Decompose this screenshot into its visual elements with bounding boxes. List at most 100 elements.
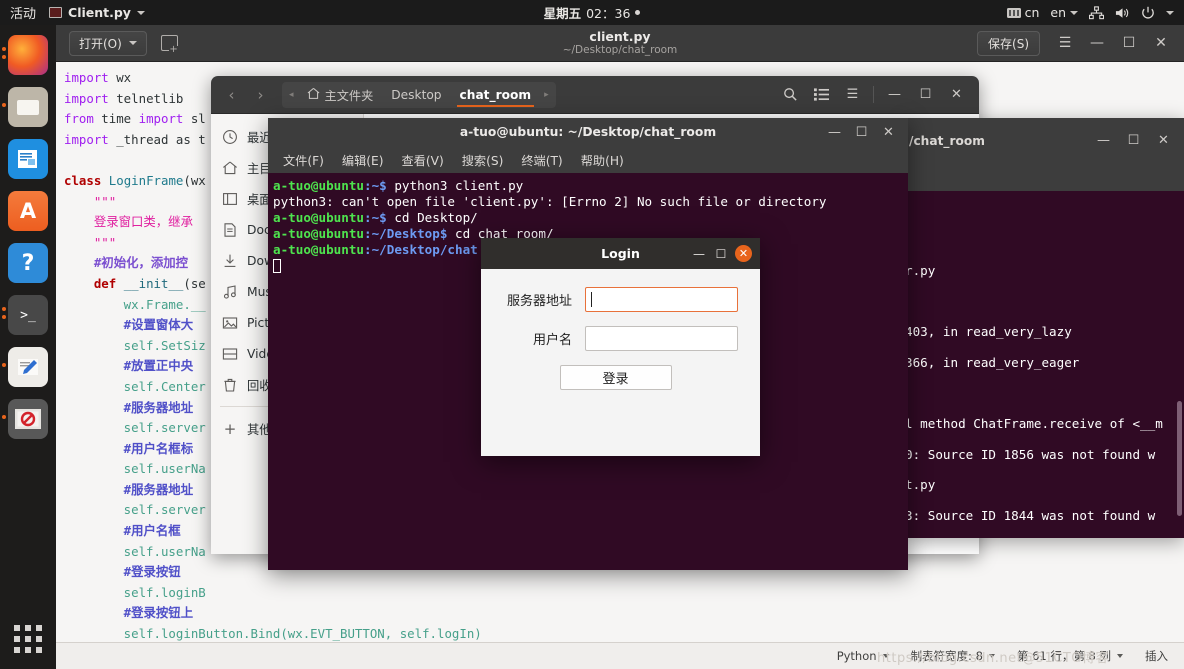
breadcrumb-scroll-right-icon[interactable]: ▸: [540, 90, 553, 100]
minimize-icon[interactable]: —: [821, 119, 848, 145]
minimize-icon[interactable]: —: [1090, 128, 1117, 154]
close-icon[interactable]: ✕: [941, 80, 972, 110]
dock-item-terminal[interactable]: >_: [2, 293, 50, 337]
keyboard-indicator[interactable]: cn: [1006, 5, 1039, 20]
terminal-back-titlebar: /chat_room — ☐ ✕: [905, 118, 1184, 163]
firefox-icon: [8, 35, 48, 75]
dock-item-amazon[interactable]: A: [6, 189, 50, 233]
language-label: Python: [836, 649, 877, 663]
tab-width-selector[interactable]: 制表符宽度: 8: [911, 648, 995, 664]
code-token: wx: [108, 70, 132, 85]
list-view-icon[interactable]: [806, 80, 837, 110]
terminal-command-text: cd Desktop/: [386, 210, 478, 225]
hamburger-menu-icon[interactable]: ☰: [1050, 28, 1080, 58]
breadcrumb-item-主文件夹[interactable]: 主文件夹: [298, 82, 383, 108]
hamburger-menu-icon[interactable]: ☰: [837, 80, 868, 110]
code-token: from: [64, 111, 94, 127]
clock-menu[interactable]: 星期五 02：36: [477, 3, 707, 22]
terminal-back-menubar: [905, 163, 1184, 191]
maximize-icon[interactable]: ☐: [848, 119, 875, 145]
show-applications-icon[interactable]: [14, 625, 42, 653]
code-token: import: [138, 111, 184, 127]
breadcrumb-scroll-left-icon[interactable]: ◂: [285, 90, 298, 100]
terminal-menu-item[interactable]: 搜索(S): [455, 149, 511, 171]
username-label: 用户名: [532, 333, 572, 348]
close-icon[interactable]: ✕: [1146, 28, 1176, 58]
code-token: _thread as t: [108, 131, 206, 147]
trash-icon: [222, 377, 238, 393]
code-token: #服务器地址: [64, 399, 194, 415]
close-icon[interactable]: ✕: [735, 245, 752, 262]
username-input[interactable]: [585, 326, 738, 351]
running-indicator: [2, 103, 6, 107]
cursor-position[interactable]: 第 61 行，第 8 列: [1017, 648, 1123, 664]
terminal-line: a-tuo@ubuntu:~$ cd Desktop/: [273, 210, 908, 226]
language-selector[interactable]: Python: [837, 649, 889, 663]
minimize-icon[interactable]: —: [879, 80, 910, 110]
dock-item-text-editor[interactable]: [2, 345, 50, 389]
terminal-line: 403, in read_very_lazy: [905, 324, 1072, 340]
terminal-prompt-user: a-tuo@ubuntu: [273, 242, 364, 257]
breadcrumb-item-chat_room[interactable]: chat_room: [451, 82, 541, 108]
save-button[interactable]: 保存(S): [977, 30, 1040, 56]
login-window-controls: — ☐ ✕: [691, 245, 760, 262]
close-icon[interactable]: ✕: [1150, 128, 1177, 154]
maximize-icon[interactable]: ☐: [1114, 28, 1144, 58]
terminal-menu-item[interactable]: 查看(V): [395, 149, 451, 171]
chevron-down-icon: [988, 654, 995, 658]
running-indicator: [2, 363, 6, 367]
login-submit-button[interactable]: 登录: [559, 365, 672, 390]
server-address-input[interactable]: [585, 287, 738, 312]
chevron-down-icon: [1166, 10, 1174, 15]
login-dialog: Login — ☐ ✕ 服务器地址 用户名 登录: [481, 238, 760, 456]
running-indicator: [2, 55, 6, 59]
terminal-back-window-controls: — ☐ ✕: [1090, 128, 1184, 154]
close-icon[interactable]: ✕: [875, 119, 902, 145]
system-status-area[interactable]: cn en: [1006, 5, 1184, 20]
maximize-icon[interactable]: ☐: [910, 80, 941, 110]
app-menu[interactable]: Client.py: [49, 5, 145, 20]
power-icon[interactable]: [1141, 6, 1155, 20]
new-tab-icon[interactable]: [160, 35, 178, 54]
terminal-line: a-tuo@ubuntu:~$ python3 client.py: [273, 178, 908, 194]
terminal-front-titlebar: a-tuo@ubuntu: ~/Desktop/chat_room — ☐ ✕: [268, 118, 908, 146]
code-token: import: [64, 131, 109, 147]
back-icon[interactable]: ‹: [218, 81, 245, 109]
amazon-icon: A: [8, 191, 48, 231]
terminal-menu-item[interactable]: 帮助(H): [574, 149, 631, 171]
dock-item-help[interactable]: ?: [6, 241, 50, 285]
code-token: 登录窗口类，继承: [64, 214, 193, 230]
search-icon[interactable]: [775, 80, 806, 110]
network-icon[interactable]: [1089, 5, 1104, 20]
dock-item-files[interactable]: [2, 85, 50, 129]
minimize-icon[interactable]: —: [691, 246, 707, 262]
volume-icon[interactable]: [1115, 6, 1130, 20]
language-indicator[interactable]: en: [1050, 5, 1078, 20]
terminal-menu-item[interactable]: 文件(F): [276, 149, 331, 171]
scrollbar[interactable]: [1175, 191, 1184, 538]
minimize-icon[interactable]: —: [1082, 28, 1112, 58]
plus-icon: +: [223, 419, 237, 438]
chevron-down-icon: [882, 654, 889, 658]
terminal-back-output[interactable]: r.py 403, in read_very_lazy 366, in read_…: [905, 191, 1184, 538]
dock-item-libreoffice-writer[interactable]: [6, 137, 50, 181]
gnome-top-bar: 活动 Client.py 星期五 02：36 cn en: [0, 0, 1184, 25]
ubuntu-dock: A ? >_: [0, 25, 56, 669]
forward-icon[interactable]: ›: [247, 81, 274, 109]
terminal-menu-item[interactable]: 终端(T): [514, 149, 569, 171]
code-token: import: [64, 90, 109, 106]
terminal-menu-item[interactable]: 编辑(E): [335, 149, 391, 171]
maximize-icon[interactable]: ☐: [1120, 128, 1147, 154]
files-navigation: ‹ ›: [211, 81, 274, 109]
dock-item-firefox[interactable]: [2, 33, 50, 77]
files-window-controls: ☰ — ☐ ✕: [775, 80, 979, 110]
maximize-icon[interactable]: ☐: [713, 246, 729, 262]
dock-item-blocked-app[interactable]: [2, 397, 50, 441]
open-button[interactable]: 打开(O): [69, 30, 147, 56]
breadcrumb-item-desktop[interactable]: Desktop: [382, 82, 450, 108]
running-indicator: [2, 415, 6, 419]
activities-button[interactable]: 活动: [10, 3, 36, 22]
top-bar-left: 活动 Client.py: [0, 3, 145, 22]
